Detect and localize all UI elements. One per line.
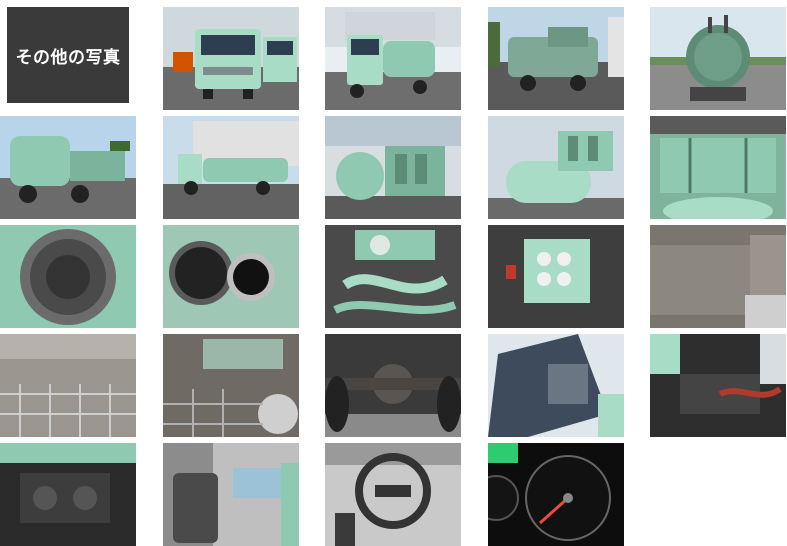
- photo-thumbnail-13[interactable]: [488, 225, 624, 328]
- steering-wheel-photo-icon: [325, 443, 461, 546]
- tank-top-photo-icon: [650, 116, 786, 219]
- photo-thumbnail-20[interactable]: [0, 443, 136, 546]
- other-photos-heading-tile: その他の写真: [7, 7, 129, 103]
- photo-thumbnail-21[interactable]: [163, 443, 299, 546]
- photo-thumbnail-23[interactable]: [488, 443, 624, 546]
- photo-thumbnail-15[interactable]: [0, 334, 136, 437]
- photo-thumbnail-11[interactable]: [163, 225, 299, 328]
- undercarriage-photo-icon: [163, 334, 299, 437]
- photo-thumbnail-22[interactable]: [325, 443, 461, 546]
- engine-detail-photo-icon: [0, 443, 136, 546]
- photo-thumbnail-4[interactable]: [650, 7, 786, 110]
- pump-piping-photo-icon: [325, 225, 461, 328]
- rear-axle-photo-icon: [325, 334, 461, 437]
- photo-thumbnail-9[interactable]: [650, 116, 786, 219]
- photo-thumbnail-1[interactable]: [163, 7, 299, 110]
- tank-hatch-photo-icon: [163, 225, 299, 328]
- truck-side-full-photo-icon: [163, 116, 299, 219]
- photo-thumbnail-8[interactable]: [488, 116, 624, 219]
- photo-thumbnail-10[interactable]: [0, 225, 136, 328]
- photo-thumbnail-19[interactable]: [650, 334, 786, 437]
- frame-rail-photo-icon: [650, 225, 786, 328]
- cargo-basket-photo-icon: [0, 334, 136, 437]
- photo-thumbnail-6[interactable]: [163, 116, 299, 219]
- photo-thumbnail-18[interactable]: [488, 334, 624, 437]
- photo-thumbnail-5[interactable]: [0, 116, 136, 219]
- photo-thumbnail-7[interactable]: [325, 116, 461, 219]
- truck-front-angle-photo-icon: [325, 7, 461, 110]
- photo-thumbnail-3[interactable]: [488, 7, 624, 110]
- tank-side-photo-icon: [488, 116, 624, 219]
- photo-thumbnail-14[interactable]: [650, 225, 786, 328]
- gauge-panel-photo-icon: [488, 225, 624, 328]
- truck-side-left-photo-icon: [0, 116, 136, 219]
- photo-thumbnail-2[interactable]: [325, 7, 461, 110]
- driver-seat-photo-icon: [163, 443, 299, 546]
- photo-thumbnail-12[interactable]: [325, 225, 461, 328]
- photo-thumbnail-16[interactable]: [163, 334, 299, 437]
- cab-tilted-photo-icon: [488, 334, 624, 437]
- photo-thumbnail-17[interactable]: [325, 334, 461, 437]
- truck-rear-angle-photo-icon: [488, 7, 624, 110]
- vacuum-pump-photo-icon: [325, 116, 461, 219]
- tank-rear-photo-icon: [650, 7, 786, 110]
- speedometer-photo-icon: [488, 443, 624, 546]
- tank-interior-photo-icon: [0, 225, 136, 328]
- engine-bay-photo-icon: [650, 334, 786, 437]
- truck-front-photo-icon: [163, 7, 299, 110]
- other-photos-heading: その他の写真: [15, 47, 121, 68]
